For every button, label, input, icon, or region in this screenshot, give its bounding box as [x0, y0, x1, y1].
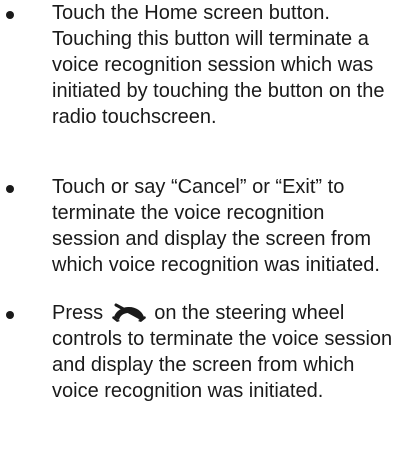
list-item: Press on the steering wheel controls to …	[0, 300, 401, 404]
instruction-text-before-icon: Press	[52, 302, 104, 324]
list-item: Touch or say “Cancel” or “Exit” to termi…	[0, 174, 401, 278]
instruction-text-after-icon: on the steering wheel controls to termin…	[52, 302, 393, 402]
instruction-text: Touch the Home screen button. Touching t…	[52, 2, 385, 128]
list-item: Touch the Home screen button. Touching t…	[0, 0, 401, 130]
instruction-text: Press on the steering wheel controls to …	[52, 300, 401, 404]
instruction-text: Touch or say “Cancel” or “Exit” to termi…	[52, 176, 380, 276]
bullet-icon	[6, 185, 14, 193]
bullet-icon	[6, 11, 14, 19]
bullet-icon	[6, 311, 14, 319]
end-call-icon	[111, 303, 146, 322]
